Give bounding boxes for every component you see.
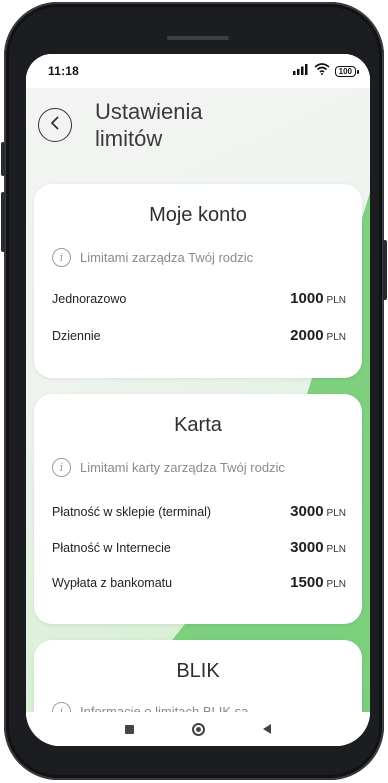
- limit-row: Płatność w Internecie 3000 PLN: [52, 539, 346, 556]
- account-limits-card: Moje konto i Limitami zarządza Twój rodz…: [34, 184, 362, 378]
- limit-currency: PLN: [326, 544, 346, 555]
- limit-currency: PLN: [326, 579, 346, 590]
- limit-label: Wypłata z bankomatu: [52, 576, 173, 590]
- phone-frame: 11:18 100 Ustawienia limitów Moje konto …: [1, 2, 387, 780]
- back-button[interactable]: [38, 108, 72, 142]
- status-icons: 100: [292, 62, 360, 80]
- info-text: Limitami zarządza Twój rodzic: [80, 250, 254, 265]
- limit-amount: 1500: [290, 574, 324, 591]
- limit-amount: 2000: [290, 327, 324, 344]
- info-row: i Limitami zarządza Twój rodzic: [52, 248, 253, 267]
- limit-value: 2000 PLN: [290, 327, 346, 344]
- chevron-left-icon: [49, 116, 61, 135]
- speaker-grille: [167, 36, 229, 40]
- page-header: Ustawienia limitów: [26, 88, 370, 168]
- limit-currency: PLN: [326, 295, 346, 306]
- info-icon: i: [52, 458, 71, 477]
- limit-value: 3000 PLN: [290, 503, 346, 520]
- limit-label: Jednorazowo: [52, 292, 127, 306]
- app-screen: 11:18 100 Ustawienia limitów Moje konto …: [26, 54, 370, 746]
- limit-row: Jednorazowo 1000 PLN: [52, 290, 346, 307]
- volume-up-button: [1, 142, 5, 176]
- limit-value: 3000 PLN: [290, 539, 346, 556]
- limit-value: 1500 PLN: [290, 574, 346, 591]
- limit-label: Płatność w Internecie: [52, 541, 171, 555]
- page-title-line2: limitów: [95, 126, 163, 151]
- limit-amount: 3000: [290, 503, 324, 520]
- card-title: Karta: [174, 414, 222, 436]
- back-icon[interactable]: [263, 724, 271, 734]
- signal-icon: [292, 62, 309, 80]
- card-limits-card: Karta i Limitami karty zarządza Twój rod…: [34, 394, 362, 624]
- card-title: Moje konto: [149, 204, 247, 226]
- info-text: Limitami karty zarządza Twój rodzic: [80, 460, 285, 475]
- limit-value: 1000 PLN: [290, 290, 346, 307]
- limit-label: Płatność w sklepie (terminal): [52, 505, 212, 519]
- limit-label: Dziennie: [52, 329, 101, 343]
- recent-apps-icon[interactable]: [125, 724, 134, 734]
- system-nav-bar: [26, 712, 370, 746]
- card-title: BLIK: [176, 660, 220, 682]
- info-icon: i: [52, 248, 71, 267]
- home-icon[interactable]: [192, 722, 205, 736]
- status-bar: 11:18 100: [26, 54, 370, 88]
- limit-row: Płatność w sklepie (terminal) 3000 PLN: [52, 503, 346, 520]
- page-title: Ustawienia limitów: [95, 98, 255, 152]
- limit-row: Wypłata z bankomatu 1500 PLN: [52, 574, 346, 591]
- wifi-icon: [314, 62, 330, 80]
- status-time: 11:18: [48, 64, 80, 78]
- power-button: [383, 240, 387, 300]
- page-title-line1: Ustawienia: [95, 99, 203, 124]
- battery-icon: 100: [334, 65, 360, 77]
- limit-currency: PLN: [326, 332, 346, 343]
- limit-amount: 3000: [290, 539, 324, 556]
- volume-down-button: [1, 192, 5, 252]
- limit-row: Dziennie 2000 PLN: [52, 327, 346, 344]
- info-row: i Limitami karty zarządza Twój rodzic: [52, 458, 285, 477]
- limit-amount: 1000: [290, 290, 324, 307]
- limit-currency: PLN: [326, 508, 346, 519]
